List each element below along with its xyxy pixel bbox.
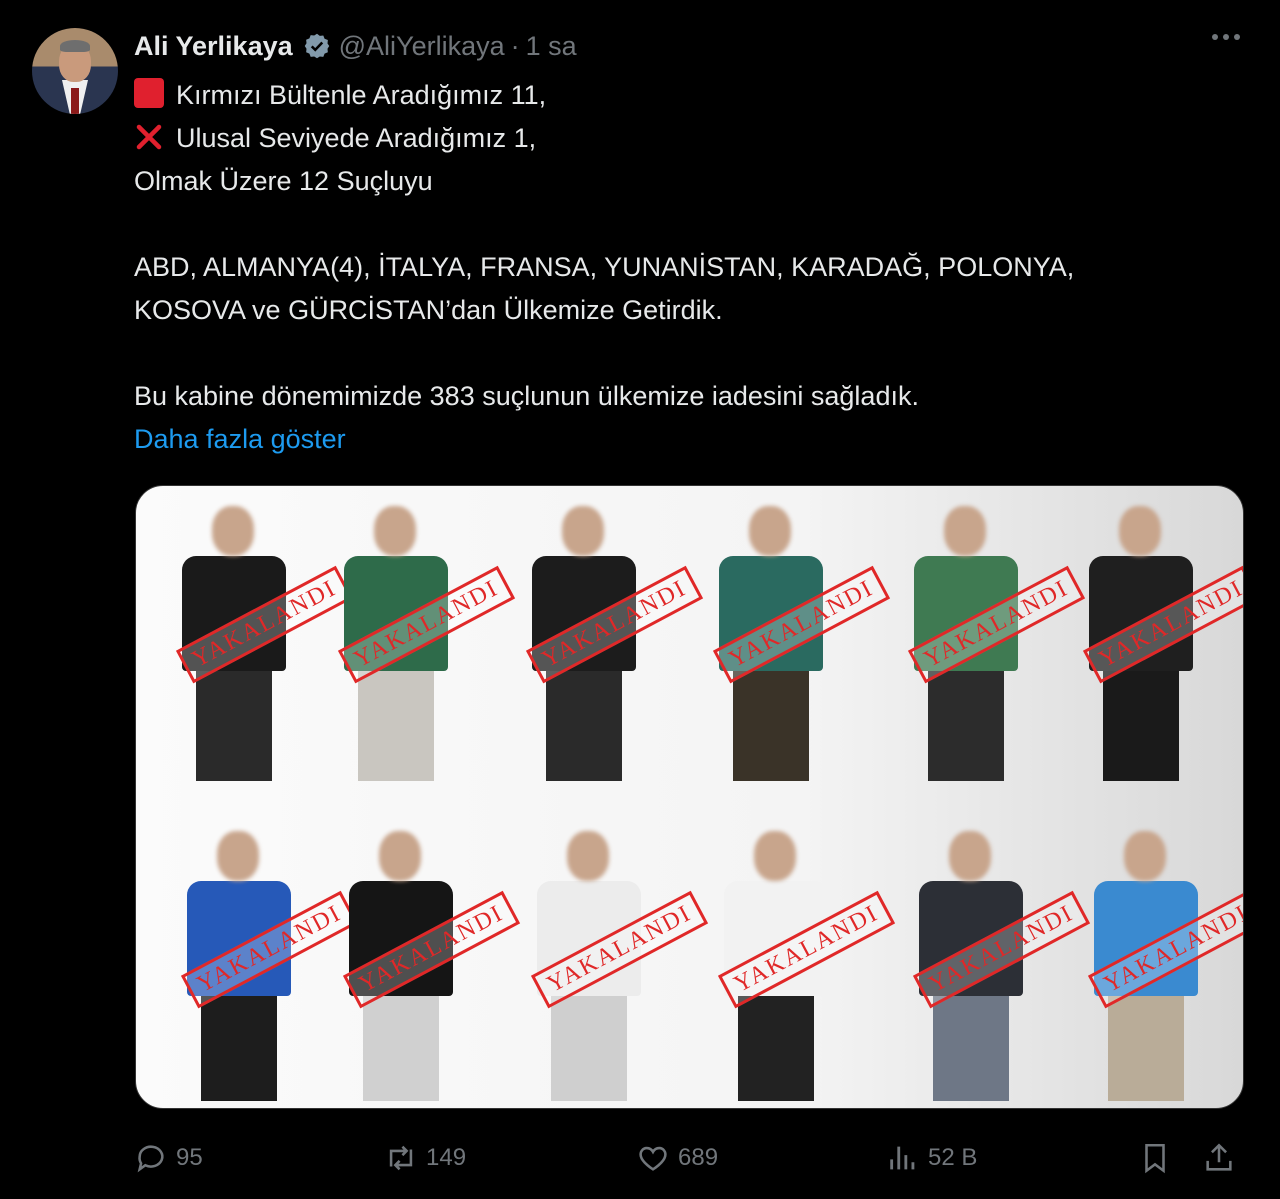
detained-person: YAKALANDI bbox=[1071, 506, 1243, 786]
tweet-line: ABD, ALMANYA(4), İTALYA, FRANSA, YUNANİS… bbox=[134, 252, 1075, 282]
detained-person: YAKALANDI bbox=[331, 831, 521, 1108]
detained-person: YAKALANDI bbox=[519, 831, 709, 1108]
views-icon bbox=[890, 1146, 915, 1170]
detained-person: YAKALANDI bbox=[164, 506, 354, 786]
share-button[interactable] bbox=[1202, 1135, 1244, 1181]
tweet-photo[interactable]: YAKALANDI YAKALANDI YAKALANDI YAKALANDI YAKA… bbox=[135, 485, 1244, 1109]
tweet-header: Ali Yerlikaya @AliYerlikaya · 1 sa bbox=[134, 26, 577, 66]
detained-person: YAKALANDI bbox=[901, 831, 1091, 1108]
tweet-text: Kırmızı Bültenle Aradığımız 11, Ulusal S… bbox=[134, 74, 1244, 461]
like-button[interactable]: 689 bbox=[636, 1135, 718, 1181]
tweet-line: Olmak Üzere 12 Suçluyu bbox=[134, 166, 433, 196]
views-count: 52 B bbox=[928, 1144, 978, 1171]
reply-count: 95 bbox=[176, 1144, 203, 1171]
reply-icon bbox=[137, 1145, 164, 1173]
tweet-line: Bu kabine dönemimizde 383 suçlunun ülkem… bbox=[134, 381, 919, 411]
bookmark-button[interactable] bbox=[1138, 1135, 1180, 1181]
show-more-link[interactable]: Daha fazla göster bbox=[134, 418, 1244, 461]
tweet-actions: 95 149 689 52 B bbox=[134, 1135, 1244, 1181]
detained-person: YAKALANDI bbox=[514, 506, 704, 786]
detained-person: YAKALANDI bbox=[326, 506, 516, 786]
detained-person: YAKALANDI bbox=[896, 506, 1086, 786]
reply-button[interactable]: 95 bbox=[134, 1135, 203, 1181]
views-button[interactable]: 52 B bbox=[886, 1135, 977, 1181]
like-icon bbox=[639, 1146, 667, 1171]
retweet-icon bbox=[389, 1145, 413, 1171]
tweet-time[interactable]: 1 sa bbox=[526, 31, 577, 62]
verified-icon bbox=[304, 33, 329, 59]
detained-person: YAKALANDI bbox=[701, 506, 891, 786]
header-separator: · bbox=[510, 30, 520, 61]
retweet-button[interactable]: 149 bbox=[384, 1135, 466, 1181]
detained-person: YAKALANDI bbox=[169, 831, 359, 1108]
tweet-line: Kırmızı Bültenle Aradığımız 11, bbox=[134, 74, 1244, 117]
share-icon bbox=[1206, 1143, 1232, 1171]
red-square-emoji bbox=[134, 78, 164, 108]
detained-person: YAKALANDI bbox=[706, 831, 896, 1108]
bookmark-icon bbox=[1145, 1143, 1165, 1174]
tweet-line: Ulusal Seviyede Aradığımız 1, bbox=[134, 117, 1244, 160]
cross-mark-emoji bbox=[136, 124, 162, 150]
retweet-count: 149 bbox=[426, 1144, 467, 1171]
like-count: 689 bbox=[678, 1144, 719, 1171]
more-icon[interactable] bbox=[1212, 34, 1240, 40]
detained-person: YAKALANDI bbox=[1076, 831, 1243, 1108]
author-name[interactable]: Ali Yerlikaya bbox=[134, 31, 293, 62]
author-avatar[interactable] bbox=[32, 28, 118, 114]
author-handle[interactable]: @AliYerlikaya bbox=[339, 31, 505, 62]
tweet-line: KOSOVA ve GÜRCİSTAN’dan Ülkemize Getirdi… bbox=[134, 295, 723, 325]
